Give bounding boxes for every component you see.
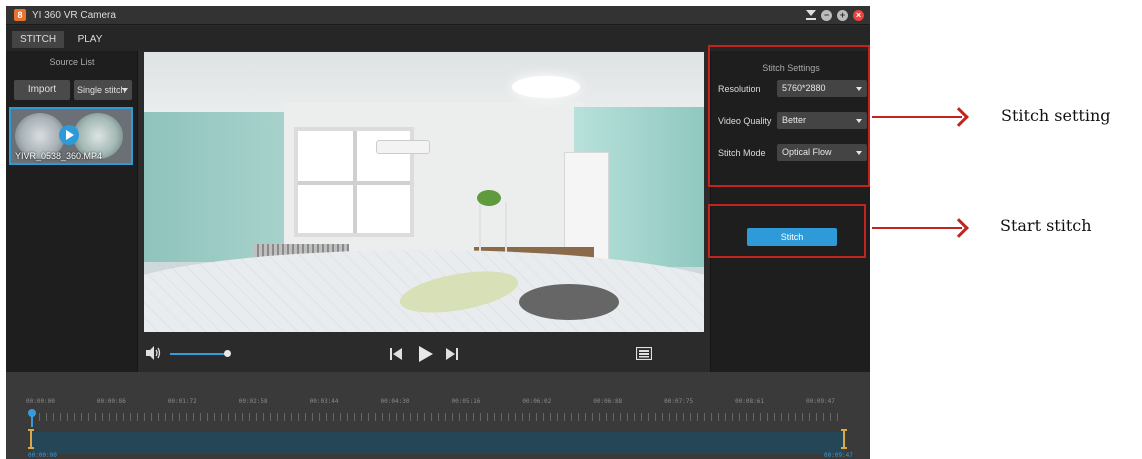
preview-plant: [477, 190, 501, 206]
trim-end-handle[interactable]: [841, 429, 847, 449]
menu-dropdown-underline[interactable]: [806, 18, 816, 20]
stitch-mode-select[interactable]: Single stitch: [74, 80, 132, 100]
stitch-mode-value: Single stitch: [77, 85, 126, 95]
timeline-label: 00:09:47: [806, 398, 835, 405]
timeline-label: 00:00:00: [26, 398, 55, 405]
annotation-stitch-setting: Stitch setting: [1001, 106, 1111, 125]
source-thumbnail[interactable]: YIVR_0538_360.MP4: [9, 107, 133, 165]
timeline-label: 00:05:16: [451, 398, 481, 405]
maximize-button[interactable]: +: [837, 10, 848, 21]
menu-dropdown-icon[interactable]: [806, 10, 816, 16]
preview-cabinet: [564, 152, 609, 262]
title-bar: 8 YI 360 VR Camera − + ×: [6, 6, 870, 25]
annotation-stitch-box: [708, 204, 866, 258]
timeline-label: 00:06:88: [593, 398, 623, 405]
snapshot-icon[interactable]: [636, 347, 652, 360]
annotation-start-stitch: Start stitch: [1000, 216, 1092, 235]
preview-wall-left: [144, 112, 294, 262]
timeline: 00:00:00 00:00:86 00:01:72 00:02:58 00:03:44…: [6, 372, 870, 459]
timeline-track[interactable]: [32, 432, 846, 454]
timeline-labels: 00:00:00 00:00:86 00:01:72 00:02:58 00:03:44…: [6, 398, 870, 408]
timeline-label: 00:08:61: [735, 398, 764, 405]
timeline-label: 00:03:44: [309, 398, 339, 405]
chevron-down-icon: [122, 88, 128, 92]
close-icon: ×: [855, 10, 862, 20]
trim-start-time: 00:00:00: [28, 452, 57, 459]
minus-icon: −: [823, 10, 830, 20]
import-button[interactable]: Import: [14, 80, 70, 100]
preview-air-conditioner: [376, 140, 430, 154]
minimize-button[interactable]: −: [821, 10, 832, 21]
tab-play[interactable]: PLAY: [70, 31, 110, 48]
play-overlay-icon[interactable]: [59, 125, 79, 145]
volume-slider-handle[interactable]: [224, 350, 231, 357]
app-logo-icon: 8: [14, 9, 26, 21]
arrow-right-icon: [949, 107, 969, 127]
source-filename: YIVR_0538_360.MP4: [15, 151, 103, 161]
playback-controls: [144, 338, 704, 368]
timeline-label: 00:06:02: [522, 398, 552, 405]
play-icon[interactable]: [419, 346, 433, 362]
volume-icon[interactable]: [146, 346, 162, 360]
preview-shelf: [479, 202, 507, 257]
source-list-panel: Source List Import Single stitch YIVR_05…: [6, 51, 138, 372]
next-icon[interactable]: [446, 348, 458, 360]
timeline-label: 00:04:30: [380, 398, 410, 405]
volume-slider-track[interactable]: [170, 353, 230, 355]
timeline-ticks: [32, 413, 844, 421]
preview-ceiling-lamp: [512, 76, 580, 98]
timeline-label: 00:02:58: [238, 398, 268, 405]
timeline-label: 00:01:72: [167, 398, 197, 405]
plus-icon: +: [839, 10, 846, 20]
previous-icon[interactable]: [390, 348, 402, 360]
trim-start-handle[interactable]: [28, 429, 34, 449]
source-list-title: Source List: [49, 57, 95, 67]
playhead-handle[interactable]: [28, 409, 36, 417]
panorama-preview: [144, 52, 704, 332]
page: 8 YI 360 VR Camera − + × STITCH PLAY Sou…: [0, 0, 1142, 459]
tab-stitch[interactable]: STITCH: [12, 31, 64, 48]
timeline-label: 00:07:75: [664, 398, 694, 405]
app-title: YI 360 VR Camera: [32, 10, 116, 21]
timeline-label: 00:00:86: [96, 398, 126, 405]
trim-end-time: 00:09:47: [824, 452, 853, 459]
annotation-settings-box: [708, 45, 870, 187]
close-button[interactable]: ×: [853, 10, 864, 21]
preview-shadow: [519, 284, 619, 320]
arrow-right-icon: [949, 218, 969, 238]
